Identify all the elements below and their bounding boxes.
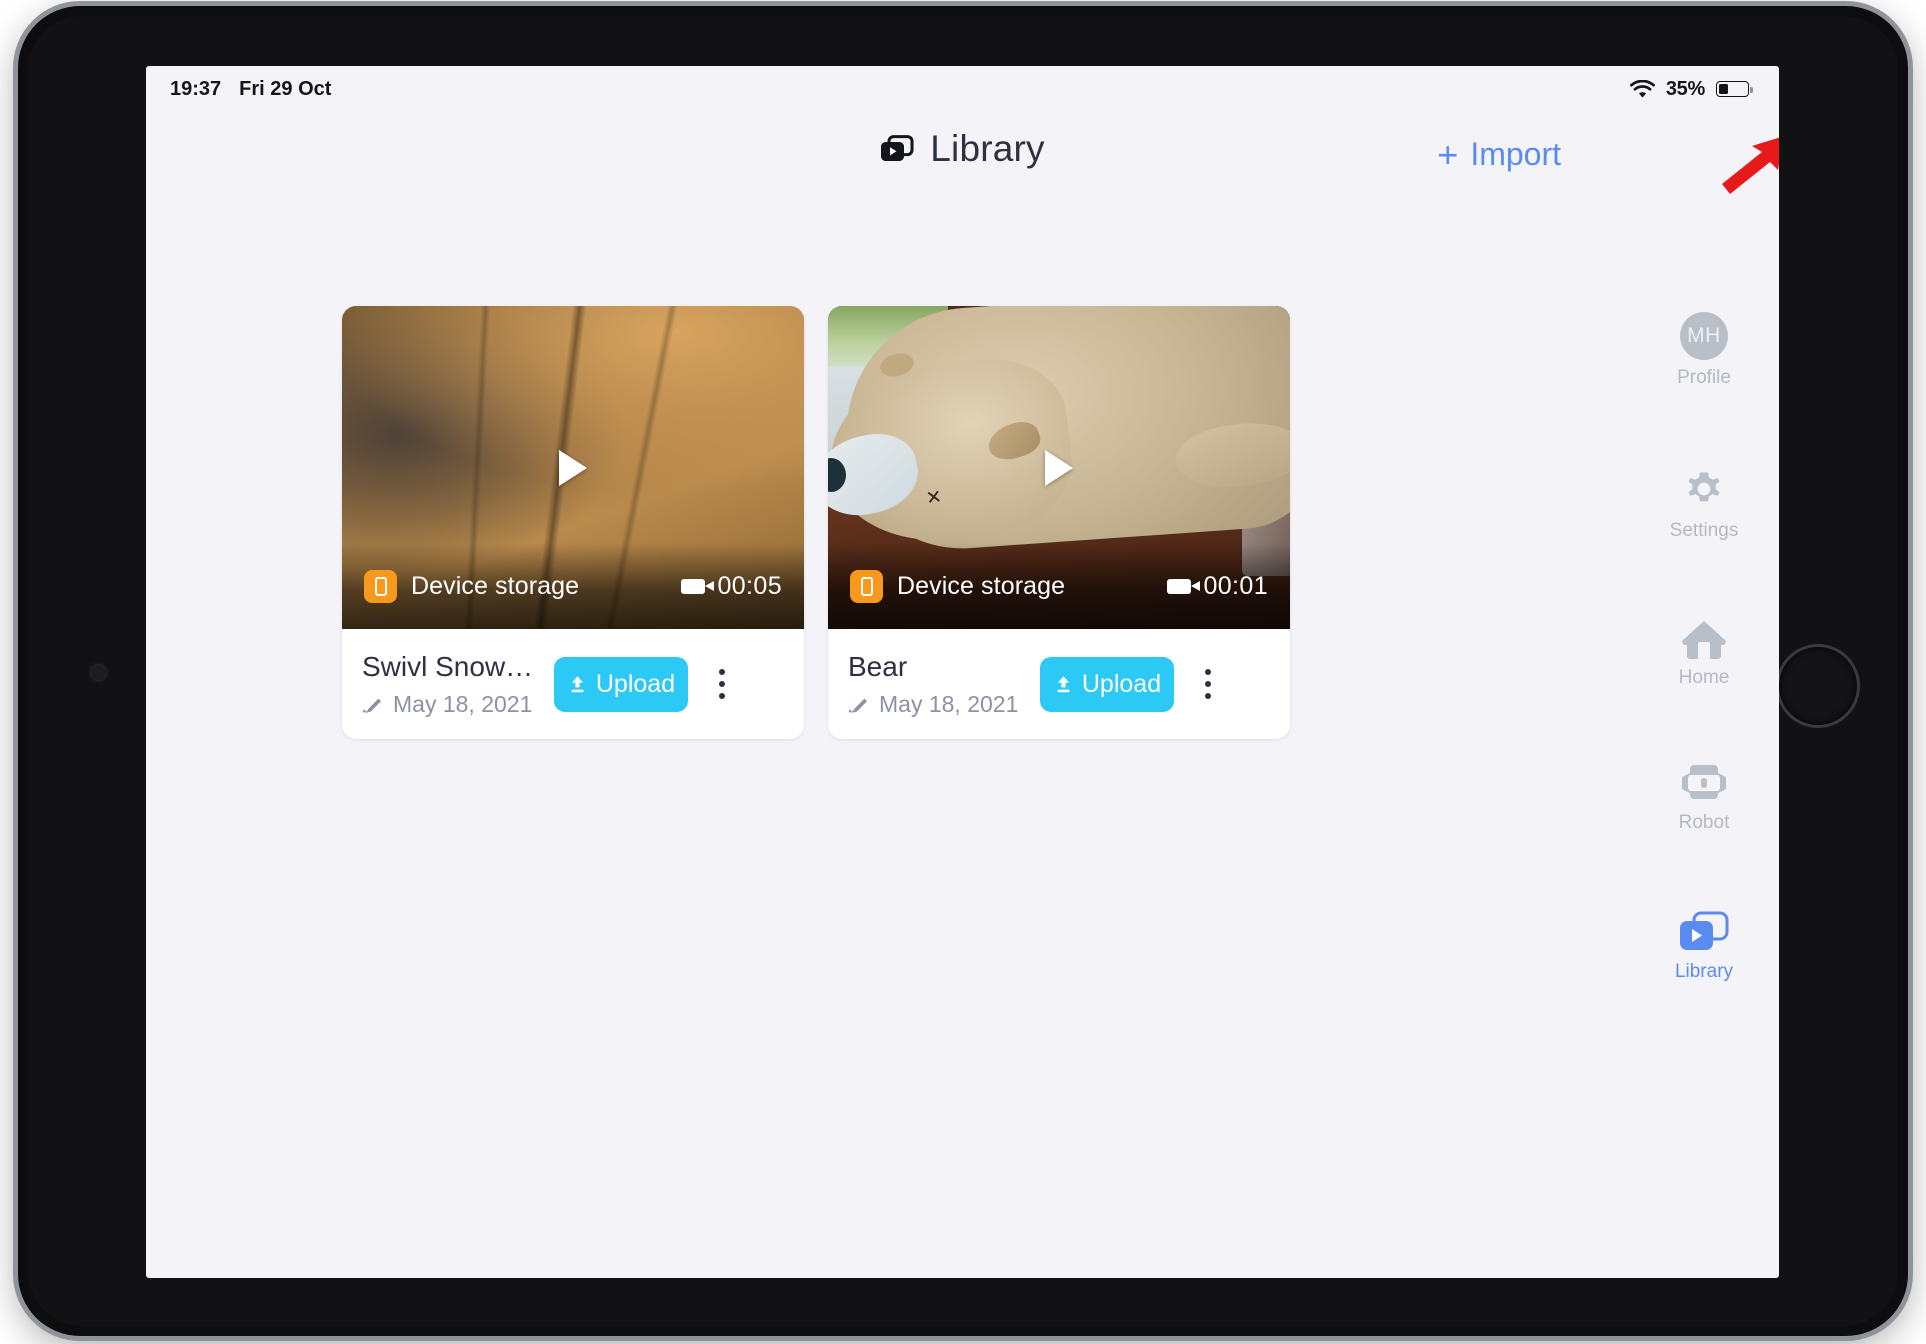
kebab-dot <box>719 681 725 687</box>
duration-text: 00:05 <box>717 571 782 600</box>
upload-arrow-icon <box>571 675 584 692</box>
sidebar-item-label: Library <box>1674 961 1734 982</box>
kebab-menu-icon[interactable] <box>706 655 738 713</box>
upload-button[interactable]: Upload <box>1040 656 1174 712</box>
kebab-dot <box>1205 693 1211 699</box>
sidebar-item-home[interactable]: Home <box>1644 618 1764 689</box>
library-stack-icon <box>881 135 914 161</box>
video-camera-icon <box>681 578 715 594</box>
video-card-grid: Device storage 00:05 Swivl Snowbo... May… <box>342 306 1290 739</box>
avatar: MH <box>1680 312 1728 360</box>
sidebar-item-label: Settings <box>1669 520 1739 541</box>
video-thumbnail[interactable]: ✕ Device storage 00:01 <box>828 306 1290 629</box>
home-icon <box>1682 621 1726 659</box>
card-date-row: May 18, 2021 <box>848 691 1028 718</box>
pencil-icon <box>362 698 381 713</box>
upload-arrow-icon <box>1057 675 1070 692</box>
thumbnail-footer: Device storage 00:05 <box>342 543 804 629</box>
upload-label: Upload <box>1081 669 1162 698</box>
front-camera <box>90 664 107 681</box>
sidebar-item-library[interactable]: Library <box>1644 910 1764 983</box>
status-time: 19:37 <box>170 77 222 100</box>
phone-icon <box>850 569 883 603</box>
import-label: Import <box>1470 136 1561 172</box>
plus-icon: + <box>1437 133 1459 175</box>
right-sidebar: MH Profile Settings Home Robot Library <box>1629 112 1779 1278</box>
video-date: May 18, 2021 <box>879 690 1019 717</box>
page-title-text: Library <box>930 128 1045 169</box>
upload-label: Upload <box>595 669 676 698</box>
kebab-dot <box>719 669 725 675</box>
play-icon[interactable] <box>1045 449 1073 486</box>
battery-cap <box>1750 86 1753 93</box>
pencil-icon <box>848 698 867 713</box>
card-meta: Swivl Snowbo... May 18, 2021 <box>362 651 542 718</box>
sidebar-item-settings[interactable]: Settings <box>1644 465 1764 542</box>
video-camera-icon <box>1167 578 1201 594</box>
duration-badge: 00:05 <box>681 572 782 601</box>
kebab-dot <box>1205 681 1211 687</box>
robot-icon <box>1682 765 1726 799</box>
video-title: Bear <box>848 650 908 682</box>
storage-badge: Device storage <box>850 569 1066 603</box>
home-button[interactable] <box>1776 644 1860 728</box>
import-button[interactable]: + Import <box>1437 136 1561 173</box>
status-bar-left: 19:37 Fri 29 Oct <box>170 78 331 101</box>
duration-text: 00:01 <box>1203 571 1268 600</box>
sidebar-item-profile[interactable]: MH Profile <box>1644 312 1764 389</box>
battery-icon <box>1716 81 1753 97</box>
kebab-dot <box>1205 669 1211 675</box>
library-stack-icon <box>1680 911 1729 950</box>
card-body: Bear May 18, 2021 Upload <box>828 629 1290 739</box>
battery-percentage: 35% <box>1665 77 1705 100</box>
kebab-menu-icon[interactable] <box>1192 655 1224 713</box>
video-card[interactable]: Device storage 00:05 Swivl Snowbo... May… <box>342 306 804 739</box>
sidebar-item-robot[interactable]: Robot <box>1644 765 1764 834</box>
avatar-initials: MH <box>1687 324 1721 347</box>
card-meta: Bear May 18, 2021 <box>848 651 1028 718</box>
gear-icon <box>1688 472 1720 502</box>
phone-icon <box>364 569 397 603</box>
sidebar-item-label: Home <box>1678 667 1730 688</box>
play-icon[interactable] <box>559 449 587 486</box>
battery-fill <box>1718 83 1729 95</box>
card-date-row: May 18, 2021 <box>362 691 542 718</box>
status-date: Fri 29 Oct <box>239 77 332 100</box>
app-header: Library + Import <box>146 112 1779 210</box>
ipad-screen: 19:37 Fri 29 Oct 35% Library + Import De… <box>146 66 1779 1278</box>
sidebar-item-label: Robot <box>1678 812 1730 833</box>
storage-badge: Device storage <box>364 569 580 603</box>
storage-label: Device storage <box>897 571 1066 600</box>
card-body: Swivl Snowbo... May 18, 2021 Upload <box>342 629 804 739</box>
ipad-device-frame: 19:37 Fri 29 Oct 35% Library + Import De… <box>18 6 1908 1336</box>
status-bar-right: 35% <box>1629 77 1753 101</box>
video-date: May 18, 2021 <box>393 690 533 717</box>
video-thumbnail[interactable]: Device storage 00:05 <box>342 306 804 629</box>
status-bar: 19:37 Fri 29 Oct 35% <box>146 66 1779 112</box>
upload-button[interactable]: Upload <box>554 656 688 712</box>
storage-label: Device storage <box>411 571 580 600</box>
kebab-dot <box>719 693 725 699</box>
video-card[interactable]: ✕ Device storage 00:01 Bear May 18, 2021… <box>828 306 1290 739</box>
sidebar-item-label: Profile <box>1677 367 1731 388</box>
thumbnail-footer: Device storage 00:01 <box>828 543 1290 629</box>
wifi-icon <box>1629 79 1655 98</box>
video-title: Swivl Snowbo... <box>362 650 542 682</box>
duration-badge: 00:01 <box>1167 572 1268 601</box>
